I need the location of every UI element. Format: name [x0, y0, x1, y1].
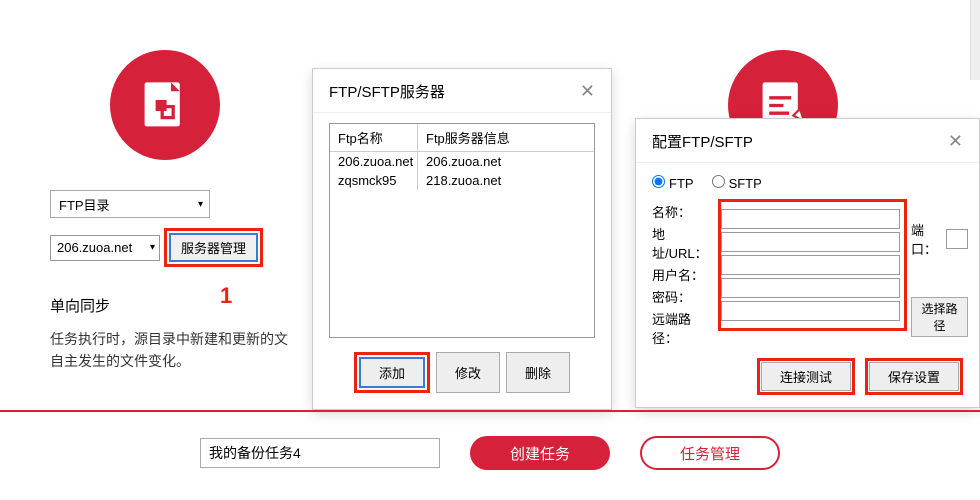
col-ftp-name: Ftp名称 [330, 124, 418, 151]
user-input[interactable] [721, 255, 900, 275]
table-row[interactable]: zqsmck95 218.zuoa.net [330, 171, 594, 190]
save-settings-button[interactable]: 保存设置 [869, 362, 959, 391]
annotation-box-5: 保存设置 [865, 358, 963, 395]
label-port: 端口： [911, 220, 937, 258]
sync-description: 任务执行时，源目录中新建和更新的文 自主发生的文件变化。 [50, 328, 310, 373]
chevron-down-icon: ▾ [198, 199, 203, 210]
annotation-box-1: 服务器管理 [164, 228, 263, 267]
label-user: 用户名： [652, 265, 714, 284]
server-manage-button[interactable]: 服务器管理 [169, 233, 258, 262]
sync-mode-label: 单向同步 [50, 295, 310, 316]
label-remote: 远端路径： [652, 309, 714, 347]
config-ftp-dialog: 配置FTP/SFTP ✕ FTP SFTP 名称： 地址/URL： 用户名： 密… [635, 118, 980, 408]
radio-ftp[interactable]: FTP [652, 175, 694, 191]
server-selected: 206.zuoa.net [57, 240, 132, 255]
dialog2-title: 配置FTP/SFTP [652, 131, 753, 152]
server-select-dropdown[interactable]: 206.zuoa.net ▾ [50, 235, 160, 261]
label-url: 地址/URL： [652, 224, 714, 262]
radio-sftp[interactable]: SFTP [712, 175, 762, 191]
label-name: 名称： [652, 202, 714, 221]
add-button[interactable]: 添加 [359, 357, 425, 388]
col-ftp-info: Ftp服务器信息 [418, 124, 594, 151]
name-input[interactable] [721, 209, 900, 229]
ftp-dir-label: FTP目录 [59, 195, 110, 214]
label-pass: 密码： [652, 287, 714, 306]
annotation-box-2: 添加 [354, 352, 430, 393]
close-icon[interactable]: ✕ [580, 81, 595, 102]
url-input[interactable] [721, 232, 900, 252]
table-row[interactable]: 206.zuoa.net 206.zuoa.net [330, 152, 594, 171]
task-manage-button[interactable]: 任务管理 [640, 436, 780, 470]
dialog1-title: FTP/SFTP服务器 [329, 81, 445, 102]
ftp-server-dialog: FTP/SFTP服务器 ✕ Ftp名称 Ftp服务器信息 206.zuoa.ne… [312, 68, 612, 410]
annotation-1: 1 [220, 283, 232, 309]
choose-path-button[interactable]: 选择路径 [911, 297, 968, 337]
create-task-button[interactable]: 创建任务 [470, 436, 610, 470]
annotation-box-3 [718, 199, 907, 331]
password-input[interactable] [721, 278, 900, 298]
remote-path-input[interactable] [721, 301, 900, 321]
chevron-down-icon: ▾ [150, 242, 155, 253]
task-name-input[interactable] [200, 438, 440, 468]
test-connection-button[interactable]: 连接测试 [761, 362, 851, 391]
ftp-source-icon [110, 50, 220, 160]
ftp-dir-dropdown[interactable]: FTP目录 ▾ [50, 190, 210, 218]
close-icon[interactable]: ✕ [948, 131, 963, 152]
delete-button[interactable]: 删除 [506, 352, 570, 393]
server-table: Ftp名称 Ftp服务器信息 206.zuoa.net 206.zuoa.net… [329, 123, 595, 338]
annotation-box-4: 连接测试 [757, 358, 855, 395]
divider [0, 410, 980, 412]
port-input[interactable] [946, 229, 968, 249]
edit-button[interactable]: 修改 [436, 352, 500, 393]
